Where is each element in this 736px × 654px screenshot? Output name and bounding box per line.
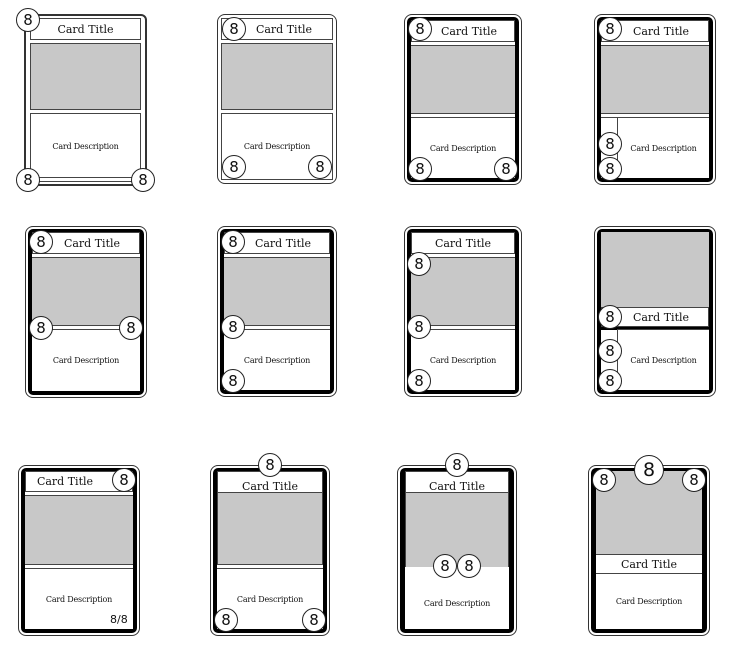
card-description: Card Description <box>52 356 120 365</box>
card-description: Card Description <box>52 141 119 151</box>
attack-badge: 8 <box>598 339 622 363</box>
card-title: Card Title <box>57 22 114 36</box>
card-description: Card Description <box>243 355 311 365</box>
card-template-6: Card Title Card Description 8 8 8 <box>217 226 337 397</box>
card-title: Card Title <box>36 475 94 488</box>
card-title: Card Title <box>440 24 498 38</box>
description-box: Card Description <box>30 113 141 179</box>
card-description: Card Description <box>615 597 683 606</box>
art-box <box>601 232 709 307</box>
card-title: Card Title <box>254 236 312 250</box>
card-title: Card Title <box>63 236 121 250</box>
attack-badge: 8 <box>598 132 622 156</box>
card-template-11: Card Title Card Description 8 8 8 <box>397 453 517 636</box>
description-box: Card Description <box>405 567 509 629</box>
title-bar: Card Title <box>596 554 702 574</box>
card-title: Card Title <box>620 557 678 571</box>
defense-badge: 8 <box>221 369 245 393</box>
defense-badge: 8 <box>598 369 622 393</box>
attack-badge: 8 <box>214 608 238 632</box>
art-box <box>32 258 140 325</box>
defense-badge: 8 <box>131 168 155 192</box>
card-title: Card Title <box>632 310 690 324</box>
main-badge: 8 <box>634 455 664 485</box>
card-description: Card Description <box>236 594 304 604</box>
cost-badge: 8 <box>16 8 40 32</box>
art-box <box>601 46 709 113</box>
cost-badge: 8 <box>445 453 469 477</box>
defense-badge: 8 <box>598 157 622 181</box>
defense-badge: 8 <box>308 155 332 179</box>
defense-badge: 8 <box>494 157 518 181</box>
defense-badge: 8 <box>407 369 431 393</box>
description-box: Card Description <box>596 574 702 629</box>
card-description: Card Description <box>630 143 697 153</box>
card-description: Card Description <box>243 142 311 151</box>
card-template-1: Card Title Card Description 8 8 8 <box>16 8 155 192</box>
cost-badge: 8 <box>258 453 282 477</box>
card-template-10: Card Title Card Description 8 8 8 <box>210 453 330 636</box>
art-box <box>221 43 333 110</box>
cost-badge: 8 <box>598 305 622 329</box>
cost-badge: 8 <box>598 17 622 41</box>
card-template-12: Card Title Card Description 8 8 8 <box>588 455 710 636</box>
card-template-5: Card Title Card Description 8 8 8 <box>25 226 147 398</box>
title-bar: Card Title <box>30 18 141 40</box>
cost-badge: 8 <box>592 468 616 492</box>
card-template-2: Card Title Card Description 8 8 8 <box>217 14 337 184</box>
cost-badge: 8 <box>112 468 136 492</box>
art-box <box>411 46 515 113</box>
secondary-badge: 8 <box>682 468 706 492</box>
defense-badge: 8 <box>302 608 326 632</box>
description-box: Card Description <box>32 330 140 391</box>
attack-badge: 8 <box>407 315 431 339</box>
power-toughness-text: 8/8 <box>110 613 128 626</box>
attack-badge: 8 <box>222 155 246 179</box>
defense-badge: 8 <box>119 316 143 340</box>
art-box <box>217 492 323 566</box>
cost-badge: 8 <box>221 230 245 254</box>
card-title: Card Title <box>434 236 492 250</box>
description-box: Card Description <box>617 329 709 390</box>
art-box <box>25 496 133 564</box>
card-description: Card Description <box>45 594 113 604</box>
attack-badge: 8 <box>408 157 432 181</box>
attack-badge: 8 <box>16 168 40 192</box>
attack-badge: 8 <box>221 315 245 339</box>
description-box: Card Description <box>617 117 709 178</box>
bottom-rule <box>30 177 141 182</box>
attack-badge: 8 <box>29 316 53 340</box>
card-title: Card Title <box>255 22 313 36</box>
defense-badge: 8 <box>457 554 481 578</box>
card-description: Card Description <box>423 598 491 608</box>
art-box <box>224 258 330 325</box>
art-box <box>405 492 509 568</box>
card-description: Card Description <box>429 355 497 365</box>
card-description: Card Description <box>630 355 697 365</box>
card-template-4: Card Title Card Description 8 8 8 <box>594 14 716 185</box>
cost-badge: 8 <box>407 252 431 276</box>
card-title: Card Title <box>632 24 690 38</box>
attack-badge: 8 <box>433 554 457 578</box>
cost-badge: 8 <box>408 17 432 41</box>
card-description: Card Description <box>429 143 497 153</box>
card-template-9: Card Title Card Description 8 8/8 <box>18 465 140 636</box>
card-template-7: Card Title Card Description 8 8 8 <box>404 226 522 397</box>
card-template-8: Card Title Card Description 8 8 8 <box>594 226 716 397</box>
cost-badge: 8 <box>29 230 53 254</box>
card-template-3: Card Title Card Description 8 8 8 <box>404 14 522 185</box>
art-box <box>30 43 141 110</box>
title-bar: Card Title <box>411 232 515 254</box>
card-title: Card Title <box>241 479 299 493</box>
cost-badge: 8 <box>222 17 246 41</box>
